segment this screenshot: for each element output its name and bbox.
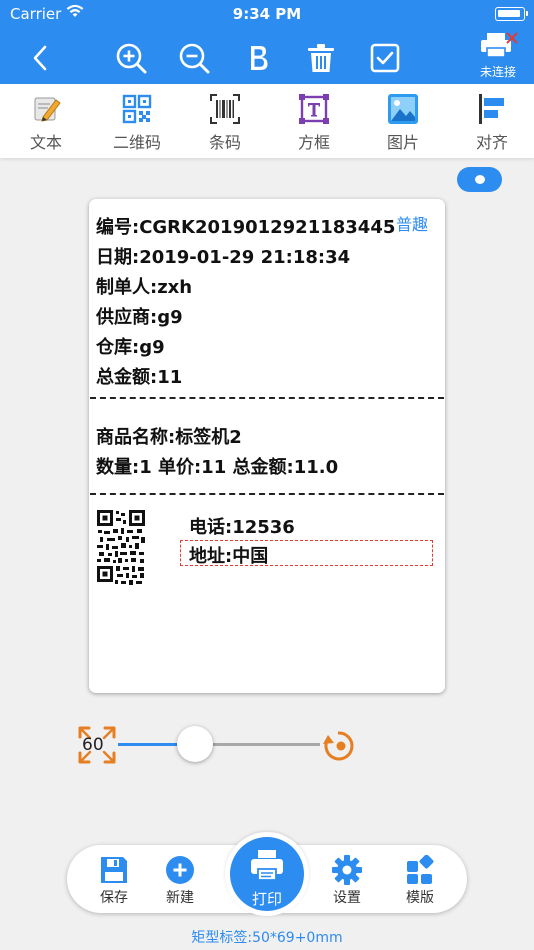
qr-code-icon (122, 94, 152, 124)
zoom-value: 60 (82, 735, 104, 755)
print-button[interactable]: 打印 (230, 837, 304, 911)
element-toolbar: 文本 二维码 条码 方框 图片 对齐 (0, 84, 534, 158)
template-icon (407, 855, 434, 884)
delete-button[interactable] (303, 40, 339, 76)
add-icon (166, 856, 194, 884)
bold-button[interactable] (241, 40, 277, 76)
qr-code-element[interactable] (97, 510, 145, 586)
battery-icon (495, 7, 528, 21)
tool-align-label: 对齐 (475, 133, 508, 152)
tool-image-label: 图片 (386, 133, 419, 152)
text-frame-icon (299, 94, 329, 124)
tool-barcode-label: 条码 (208, 133, 241, 152)
settings-button[interactable]: 设置 (317, 845, 377, 913)
rotate-icon[interactable] (320, 726, 362, 766)
template-button[interactable]: 模版 (390, 845, 450, 913)
clock: 9:34 PM (232, 5, 302, 23)
label-canvas[interactable]: 编号:CGRK2019012921183445 普趣 日期:2019-01-29… (89, 199, 445, 693)
save-label: 保存 (100, 890, 128, 906)
tool-qr-code-label: 二维码 (112, 133, 161, 152)
status-bar: Carrier 9:34 PM (0, 0, 534, 28)
printer-disconnected-icon (481, 32, 518, 58)
trash-icon (308, 44, 334, 72)
save-button[interactable]: 保存 (84, 845, 144, 913)
save-icon (101, 857, 127, 883)
checkbox-icon (370, 43, 400, 73)
divider-line[interactable] (90, 493, 444, 495)
back-button[interactable] (22, 40, 58, 76)
creator-text[interactable]: 制单人:zxh (96, 273, 192, 299)
printer-icon (251, 850, 283, 881)
tool-qr-code[interactable]: 二维码 (102, 92, 172, 154)
printer-connection-button[interactable]: 未连接 (470, 28, 526, 84)
confirm-button[interactable] (367, 40, 403, 76)
divider-line[interactable] (90, 397, 444, 399)
tool-align[interactable]: 对齐 (457, 92, 527, 154)
zoom-slider-thumb[interactable] (176, 726, 213, 762)
tool-image[interactable]: 图片 (368, 92, 438, 154)
gear-icon (332, 855, 362, 885)
label-size-info: 矩型标签:50*69+0mm (191, 930, 343, 946)
preview-toggle[interactable] (457, 167, 502, 192)
warehouse-text[interactable]: 仓库:g9 (96, 333, 165, 359)
nav-bar: 未连接 (0, 28, 534, 84)
brand-badge[interactable]: 普趣 (396, 211, 428, 235)
zoom-out-icon (179, 43, 210, 74)
phone-text[interactable]: 电话:12536 (189, 513, 295, 539)
print-button-ring: 打印 (225, 832, 309, 916)
product-name-text[interactable]: 商品名称:标签机2 (96, 423, 242, 449)
settings-label: 设置 (333, 890, 361, 906)
zoom-slider[interactable] (118, 726, 320, 762)
new-button[interactable]: 新建 (150, 845, 210, 913)
tool-frame-label: 方框 (297, 133, 330, 152)
barcode-icon (210, 94, 240, 124)
date-text[interactable]: 日期:2019-01-29 21:18:34 (96, 243, 350, 269)
zoom-in-button[interactable] (113, 40, 149, 76)
quantity-price-text[interactable]: 数量:1 单价:11 总金额:11.0 (96, 453, 338, 479)
tool-barcode[interactable]: 条码 (190, 92, 260, 154)
template-label: 模版 (406, 890, 434, 906)
tool-text-label: 文本 (29, 133, 62, 152)
image-icon (388, 94, 418, 124)
zoom-out-button[interactable] (176, 40, 212, 76)
zoom-in-icon (116, 43, 147, 74)
order-number-text[interactable]: 编号:CGRK2019012921183445 (96, 213, 395, 239)
tool-frame[interactable]: 方框 (279, 92, 349, 154)
total-text[interactable]: 总金额:11 (96, 363, 182, 389)
align-icon (479, 94, 504, 124)
new-label: 新建 (166, 890, 194, 906)
tool-text[interactable]: 文本 (11, 92, 81, 154)
address-text[interactable]: 地址:中国 (189, 542, 268, 568)
printer-status-label: 未连接 (479, 65, 516, 79)
pencil-icon (34, 97, 61, 122)
back-icon (33, 45, 47, 71)
supplier-text[interactable]: 供应商:g9 (96, 303, 183, 329)
bold-icon (251, 46, 268, 70)
print-label: 打印 (251, 890, 282, 908)
